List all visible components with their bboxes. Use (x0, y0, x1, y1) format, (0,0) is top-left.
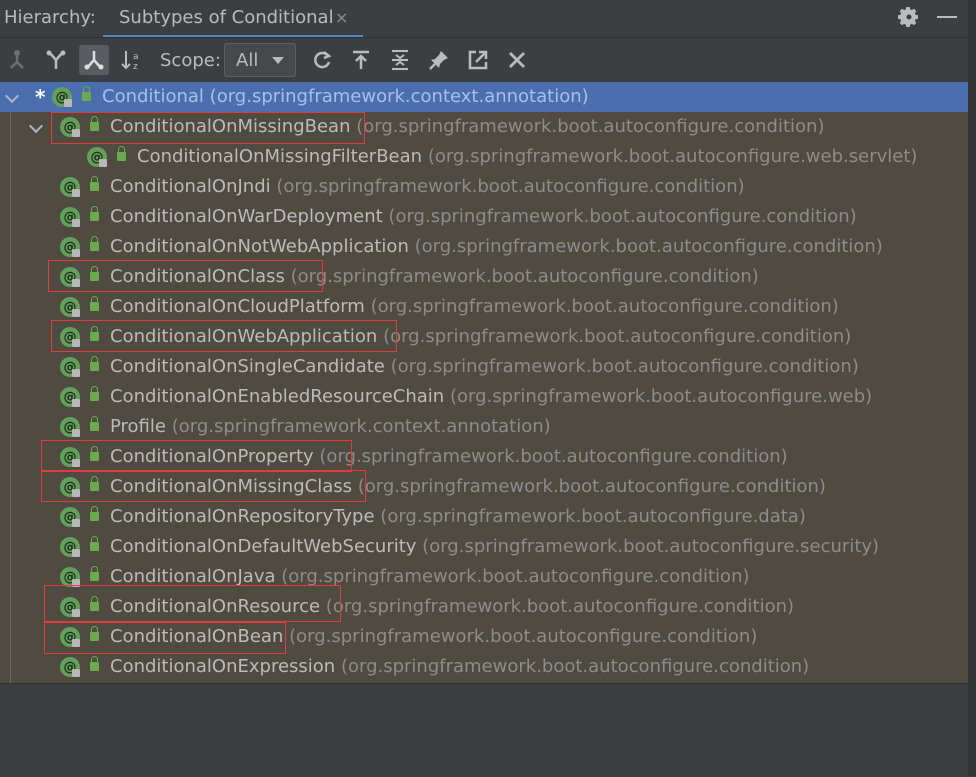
public-access-icon (117, 146, 126, 161)
refresh-icon[interactable] (307, 45, 337, 75)
public-access-icon (90, 386, 99, 401)
annotation-icon: @ (87, 147, 107, 167)
svg-text:a: a (133, 52, 139, 62)
tree-row-label: ConditionalOnExpression (org.springframe… (110, 656, 810, 677)
tab-title: Subtypes of Conditional (119, 7, 334, 28)
focus-marker: * (35, 85, 46, 109)
supertypes-hierarchy-icon[interactable] (41, 45, 71, 75)
subtypes-hierarchy-icon[interactable] (79, 45, 109, 75)
tree-row-label: ConditionalOnNotWebApplication (org.spri… (110, 236, 883, 257)
close-icon[interactable]: × (335, 8, 348, 27)
public-access-icon (90, 236, 99, 251)
hierarchy-toolbar: az Scope: All (0, 37, 968, 83)
open-in-window-icon[interactable] (463, 45, 493, 75)
gear-icon[interactable] (897, 5, 921, 29)
tree-row[interactable]: @ ConditionalOnEnabledResourceChain (org… (0, 382, 968, 412)
hierarchy-label: Hierarchy: (4, 7, 96, 28)
scope-value: All (236, 50, 259, 71)
chevron-down-icon[interactable] (28, 118, 44, 134)
tree-row[interactable]: @ ConditionalOnExpression (org.springfra… (0, 652, 968, 682)
tree-row-label: ConditionalOnSingleCandidate (org.spring… (110, 356, 859, 377)
highlight-box (41, 440, 352, 472)
tree-row-label: ConditionalOnWarDeployment (org.springfr… (110, 206, 857, 227)
public-access-icon (82, 86, 91, 101)
tree-row[interactable]: @ ConditionalOnRepositoryType (org.sprin… (0, 502, 968, 532)
annotation-icon: @ (60, 207, 80, 227)
highlight-box (44, 622, 286, 654)
tool-window-header: Hierarchy: Subtypes of Conditional × (0, 0, 976, 38)
public-access-icon (90, 536, 99, 551)
annotation-icon: @ (60, 537, 80, 557)
export-icon[interactable] (346, 45, 376, 75)
public-access-icon (90, 656, 99, 671)
highlight-box (51, 112, 365, 144)
tree-row[interactable]: @ ConditionalOnNotWebApplication (org.sp… (0, 232, 968, 262)
tree-row-label: ConditionalOnJndi (org.springframework.b… (110, 176, 745, 197)
tree-row-label: Profile (org.springframework.context.ann… (110, 416, 551, 437)
annotation-icon: @ (60, 417, 80, 437)
public-access-icon (90, 356, 99, 371)
annotation-icon: @ (60, 657, 80, 677)
public-access-icon (90, 566, 99, 581)
highlight-box (41, 470, 366, 502)
highlight-box (51, 320, 397, 352)
tree-row[interactable]: @ ConditionalOnWarDeployment (org.spring… (0, 202, 968, 232)
tree-row[interactable]: @ ConditionalOnSingleCandidate (org.spri… (0, 352, 968, 382)
sort-alphabetically-icon[interactable]: az (118, 45, 148, 75)
tree-row-label: ConditionalOnMissingFilterBean (org.spri… (137, 146, 918, 167)
tree-row[interactable]: @ ConditionalOnMissingFilterBean (org.sp… (0, 142, 968, 172)
annotation-icon: @ (52, 87, 72, 107)
annotation-icon: @ (60, 567, 80, 587)
public-access-icon (90, 176, 99, 191)
expand-all-icon[interactable] (385, 45, 415, 75)
public-access-icon (90, 416, 99, 431)
editor-edge (968, 0, 976, 776)
scope-label: Scope: (160, 50, 221, 71)
annotation-icon: @ (60, 357, 80, 377)
annotation-icon: @ (60, 387, 80, 407)
public-access-icon (90, 506, 99, 521)
tab-subtypes-of-conditional[interactable]: Subtypes of Conditional × (103, 0, 363, 38)
tree-row-label: ConditionalOnEnabledResourceChain (org.s… (110, 386, 873, 407)
tree-row-label: ConditionalOnCloudPlatform (org.springfr… (110, 296, 839, 317)
tree-row-root[interactable]: * @ Conditional (org.springframework.con… (0, 82, 968, 112)
annotation-icon: @ (60, 507, 80, 527)
type-hierarchy-icon[interactable] (2, 45, 32, 75)
pin-icon[interactable] (424, 45, 454, 75)
public-access-icon (90, 296, 99, 311)
highlight-box (44, 585, 341, 622)
svg-text:z: z (133, 62, 138, 71)
tree-row-label: ConditionalOnRepositoryType (org.springf… (110, 506, 806, 527)
chevron-down-icon (272, 57, 284, 64)
annotation-icon: @ (60, 177, 80, 197)
hierarchy-tree[interactable]: * @ Conditional (org.springframework.con… (0, 82, 968, 683)
tree-row[interactable]: @ ConditionalOnDefaultWebSecurity (org.s… (0, 532, 968, 562)
tree-row[interactable]: @ Profile (org.springframework.context.a… (0, 412, 968, 442)
public-access-icon (90, 206, 99, 221)
tree-row-label: Conditional (org.springframework.context… (102, 86, 589, 107)
highlight-box (48, 260, 323, 292)
scope-dropdown[interactable]: All (224, 43, 296, 77)
annotation-icon: @ (60, 297, 80, 317)
tree-row[interactable]: @ ConditionalOnCloudPlatform (org.spring… (0, 292, 968, 322)
tree-row-label: ConditionalOnJava (org.springframework.b… (110, 566, 750, 587)
close-icon[interactable] (502, 45, 532, 75)
tree-row[interactable]: @ ConditionalOnJndi (org.springframework… (0, 172, 968, 202)
chevron-down-icon[interactable] (4, 88, 20, 104)
empty-panel-area (0, 683, 968, 777)
annotation-icon: @ (60, 237, 80, 257)
tree-row-label: ConditionalOnDefaultWebSecurity (org.spr… (110, 536, 880, 557)
minimize-icon[interactable] (937, 16, 957, 18)
